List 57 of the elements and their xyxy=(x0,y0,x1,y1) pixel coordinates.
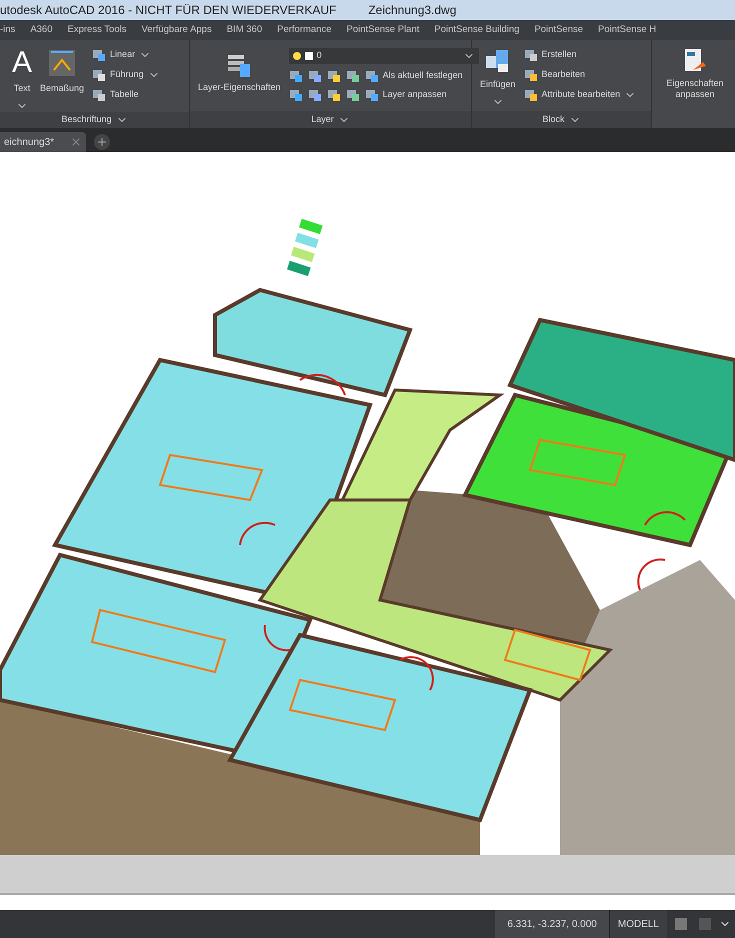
ribbon-tab[interactable]: PointSense Building xyxy=(434,22,520,38)
properties-sheet-icon xyxy=(683,48,707,74)
panel-title[interactable]: Beschriftung xyxy=(0,112,189,128)
dimension-icon xyxy=(48,48,76,78)
layer-tool-icon[interactable] xyxy=(346,69,360,83)
tool-icon[interactable] xyxy=(92,88,106,102)
layer-tool-icon[interactable] xyxy=(288,69,303,83)
layer-stack-icon xyxy=(226,52,252,78)
block-tool-icon[interactable] xyxy=(524,88,538,102)
match-properties-button[interactable]: Eigenschaften anpassen xyxy=(660,48,730,100)
panel-title[interactable]: Block xyxy=(472,111,651,128)
layer-tool-icon[interactable] xyxy=(288,88,303,102)
ribbon-tab[interactable]: A360 xyxy=(30,22,52,38)
document-title: Zeichnung3.dwg xyxy=(368,2,456,19)
insert-button[interactable]: Einfügen xyxy=(480,48,516,108)
model-space-button[interactable]: MODELL xyxy=(608,910,667,938)
color-swatch-icon[interactable] xyxy=(304,52,313,60)
layer-tool-icon[interactable] xyxy=(308,88,322,102)
text-button[interactable]: A Text xyxy=(12,48,32,112)
window-title: utodesk AutoCAD 2016 - NICHT FÜR DEN WIEDERVERKAUF xyxy=(0,2,336,19)
annotation-tool-button[interactable]: Tabelle xyxy=(92,88,160,102)
layer-tool-icon[interactable] xyxy=(326,69,341,83)
ribbon-tab[interactable]: Express Tools xyxy=(68,22,126,38)
ribbon-tab[interactable]: Verfügbare Apps xyxy=(141,22,212,38)
ribbon-tab[interactable]: -ins xyxy=(0,22,16,38)
annotation-tool-button[interactable]: Linear xyxy=(92,48,160,62)
ribbon-tab[interactable]: PointSense xyxy=(534,22,584,38)
panel-title[interactable]: Layer xyxy=(190,111,471,128)
snap-toggle-icon[interactable] xyxy=(699,918,711,930)
ribbon-tab[interactable]: PointSense Plant xyxy=(346,22,420,38)
layer-action-button[interactable]: Layer anpassen xyxy=(364,88,447,102)
block-tool-button[interactable]: Attribute bearbeiten xyxy=(524,88,636,102)
block-tool-button[interactable]: Bearbeiten xyxy=(524,68,636,82)
layer-action-icon[interactable] xyxy=(364,88,379,102)
coordinates-readout: 6.331, -3.237, 0.000 xyxy=(495,910,609,938)
ribbon-tab[interactable]: Performance xyxy=(277,22,332,38)
dimension-button[interactable]: Bemaßung xyxy=(40,48,84,96)
layer-tool-icon[interactable] xyxy=(308,69,322,83)
layer-dropdown[interactable]: 0 xyxy=(288,48,479,64)
block-tool-icon[interactable] xyxy=(524,48,538,62)
close-icon[interactable] xyxy=(70,136,82,148)
file-tab[interactable]: eichnung3* xyxy=(0,132,86,152)
layer-action-icon[interactable] xyxy=(364,69,379,83)
bulb-icon[interactable] xyxy=(292,52,301,60)
ribbon-tab[interactable]: BIM 360 xyxy=(226,22,262,38)
layer-action-button[interactable]: Als aktuell festlegen xyxy=(364,69,463,83)
block-tool-button[interactable]: Erstellen xyxy=(524,48,636,62)
new-tab-icon[interactable] xyxy=(94,134,110,150)
layer-tool-icon[interactable] xyxy=(326,88,341,102)
tool-icon[interactable] xyxy=(92,68,106,82)
annotation-tool-button[interactable]: Führung xyxy=(92,68,160,82)
grid-toggle-icon[interactable] xyxy=(675,918,687,930)
tool-icon[interactable] xyxy=(92,48,106,62)
ribbon-tab[interactable]: PointSense H xyxy=(598,22,656,38)
block-tool-icon[interactable] xyxy=(524,68,538,82)
layer-properties-button[interactable]: Layer-Eigenschaften xyxy=(198,48,281,94)
layer-tool-icon[interactable] xyxy=(346,88,360,102)
